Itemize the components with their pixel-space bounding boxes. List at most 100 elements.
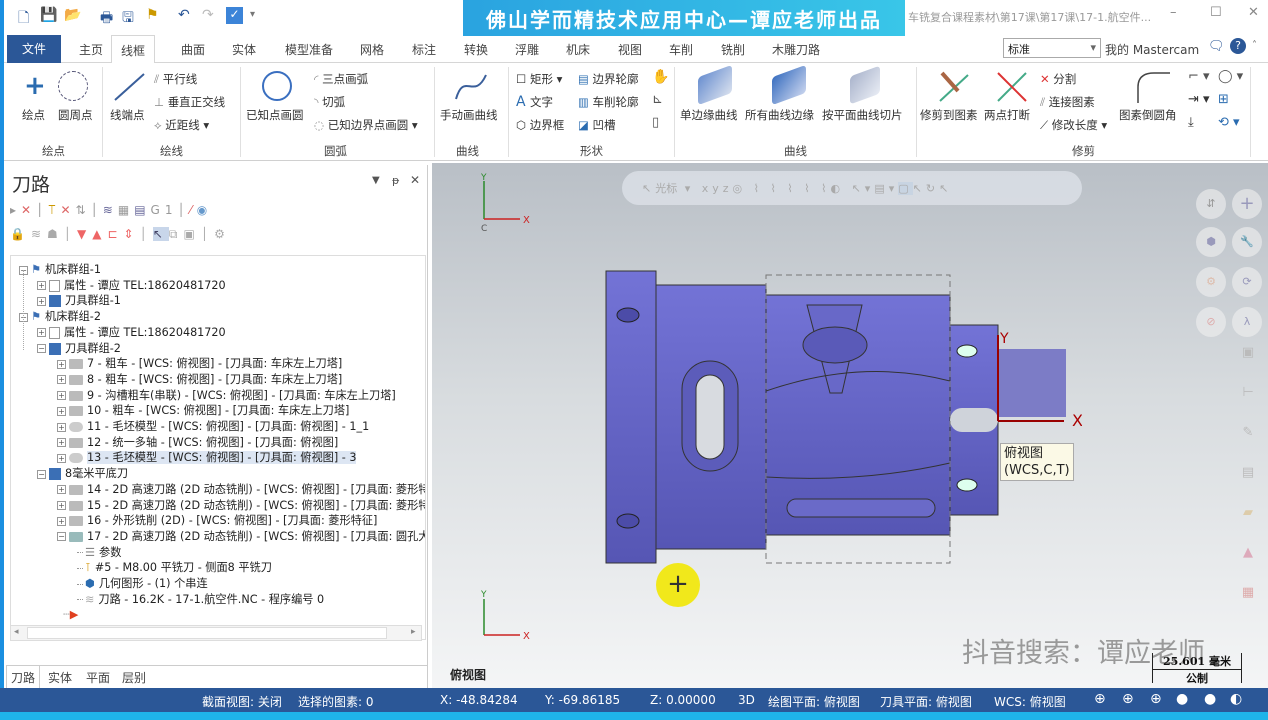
point-button[interactable]: 绘点 <box>22 107 45 123</box>
collapse-ribbon-icon[interactable]: ˄ <box>1252 40 1257 51</box>
groove-button[interactable]: ◪ 凹槽 <box>578 117 616 133</box>
collapse-icon[interactable]: − <box>57 532 66 542</box>
expand-icon[interactable]: + <box>57 375 66 385</box>
undo-icon[interactable]: ↶ <box>178 7 190 23</box>
my-mastercam-link[interactable]: 我的 Mastercam <box>1105 41 1199 58</box>
top-view-icon[interactable]: ⇵ <box>1196 189 1226 219</box>
mode-3d-toggle[interactable]: 3D <box>738 693 755 707</box>
z-coordinate[interactable]: Z: 0.00000 <box>650 693 716 707</box>
collapse-icon[interactable]: − <box>37 344 46 353</box>
expand-icon[interactable]: ⇕ <box>124 227 140 241</box>
translucent-icon[interactable]: ◐ <box>1230 691 1242 707</box>
tree-item[interactable]: ⬢ 几何图形 - (1) 个串连 <box>77 576 208 592</box>
panel-menu-icon[interactable]: ▼ <box>372 175 380 186</box>
redo-icon[interactable]: ↷ <box>202 7 214 23</box>
closest-line-button[interactable]: ⟡ 近距线 ▾ <box>154 117 209 133</box>
tab-router[interactable]: 木雕刀路 <box>772 41 820 58</box>
regenerate-icon[interactable]: ✕ <box>60 203 75 217</box>
tree-item[interactable]: +7 - 粗车 - [WCS: 俯视图] - [刀具面: 车床左上刀塔] <box>57 356 342 372</box>
tree-item[interactable]: +13 - 毛坯模型 - [WCS: 俯视图] - [刀具面: 俯视图] - 3 <box>57 450 357 466</box>
expand-icon[interactable]: + <box>57 422 66 432</box>
tab-model-prep[interactable]: 模型准备 <box>285 41 333 58</box>
shaded-icon[interactable]: ● <box>1176 691 1188 707</box>
tplane-status[interactable]: 刀具平面: 俯视图 <box>880 693 972 710</box>
expand-icon[interactable]: + <box>57 453 66 463</box>
drop-icon[interactable]: ⤓ <box>1188 115 1194 130</box>
expand-icon[interactable]: + <box>57 406 66 416</box>
tab-solids[interactable]: 实体 <box>232 41 256 58</box>
move-down-icon[interactable]: ▼ <box>77 227 92 241</box>
tab-relief[interactable]: 浮雕 <box>515 41 539 58</box>
expand-icon[interactable]: + <box>37 281 46 291</box>
tab-planes[interactable]: 平面 <box>86 669 110 686</box>
post-icon[interactable]: G1 <box>151 203 178 217</box>
tab-machine[interactable]: 机床 <box>566 41 590 58</box>
minimize-button[interactable]: – <box>1170 5 1177 20</box>
extend-icon[interactable]: ⇥ ▾ <box>1188 92 1210 107</box>
circle-edge-button[interactable]: ◌ 已知边界点画圆 ▾ <box>314 117 418 133</box>
expand-icon[interactable]: + <box>57 438 66 448</box>
box-plus-icon[interactable]: ⊞ <box>1218 92 1229 107</box>
section-view-status[interactable]: 截面视图: 关闭 <box>202 693 282 710</box>
cube-icon[interactable]: ⬢ <box>1196 227 1226 257</box>
tab-view[interactable]: 视图 <box>618 41 642 58</box>
expand-icon[interactable]: + <box>37 296 46 306</box>
hand-icon[interactable]: ✋ <box>652 69 669 85</box>
scroll-thumb[interactable] <box>27 627 387 639</box>
stair-icon[interactable]: ⊾ <box>652 92 663 107</box>
tab-transform[interactable]: 转换 <box>464 41 488 58</box>
tree-item[interactable]: ≋ 刀路 - 16.2K - 17-1.航空件.NC - 程序编号 0 <box>77 592 324 608</box>
tree-item[interactable]: +12 - 统一多轴 - [WCS: 俯视图] - [刀具面: 俯视图] <box>57 435 338 451</box>
arc-tangent-button[interactable]: ◝ 切弧 <box>314 94 345 110</box>
rectangle-button[interactable]: ☐ 矩形 ▾ <box>516 71 562 87</box>
trim-to-entities-button[interactable]: 修剪到图素 <box>920 107 978 123</box>
insert-icon[interactable]: ⊏ <box>107 227 123 241</box>
expand-icon[interactable]: + <box>57 359 66 369</box>
expand-icon[interactable]: + <box>57 501 66 510</box>
tree-item[interactable]: − ⚑ 机床群组-1 <box>19 262 101 278</box>
verify-icon[interactable]: ▦ <box>118 203 134 217</box>
help-icon[interactable]: ? <box>1230 38 1246 54</box>
arc-3point-button[interactable]: ◜ 三点画弧 <box>314 71 368 87</box>
boundary-profile-button[interactable]: ▤ 边界轮廓 <box>578 71 639 87</box>
tab-toolpaths[interactable]: 刀路 <box>6 666 41 690</box>
perpendicular-button[interactable]: ⊥ 垂直正交线 <box>154 94 225 110</box>
bounding-box-button[interactable]: ⬡ 边界框 <box>516 117 564 133</box>
wrench-icon[interactable]: 🔧 <box>1232 227 1262 257</box>
expand-icon[interactable]: + <box>37 328 46 338</box>
save-as-icon[interactable]: 🖫 <box>122 7 134 31</box>
scroll-right-icon[interactable]: ▸ <box>411 627 416 637</box>
feedback-icon[interactable]: 🗨 <box>1208 39 1225 54</box>
single-edge-curve-button[interactable]: 单边缘曲线 <box>680 107 738 123</box>
tab-annotate[interactable]: 标注 <box>412 41 436 58</box>
circle-points-button[interactable]: 圆周点 <box>58 107 93 123</box>
note-icon[interactable]: ▰ <box>1228 493 1268 533</box>
maximize-button[interactable]: ☐ <box>1210 5 1222 20</box>
style-combo[interactable]: 标准 ▾ <box>1003 38 1101 58</box>
tab-solids[interactable]: 实体 <box>48 669 72 686</box>
customize-dropdown-icon[interactable]: ▾ <box>250 9 255 20</box>
shape-icon[interactable]: ▲ <box>1228 533 1268 573</box>
all-edge-curves-button[interactable]: 所有曲线边缘 <box>745 107 814 123</box>
measure-icon[interactable]: ⊢ <box>1228 373 1268 413</box>
manual-spline-button[interactable]: 手动画曲线 <box>440 107 498 123</box>
tree-item[interactable]: +16 - 外形铣削 (2D) - [WCS: 俯视图] - [刀具面: 菱形特… <box>57 513 377 529</box>
help-icon[interactable]: ◉ <box>197 203 212 217</box>
graphics-viewport[interactable]: ↖光标 ▾ xyz◎ ⌇ ⌇ ⌇ ⌇ ⌇◐ ↖▾▤▾▢↖↻↖ Y X C Y X… <box>432 163 1268 688</box>
tree-item[interactable]: +10 - 粗车 - [WCS: 俯视图] - [刀具面: 车床左上刀塔] <box>57 403 349 419</box>
tab-file[interactable]: 文件 <box>7 35 61 63</box>
divide-button[interactable]: ✕ 分割 <box>1040 71 1076 87</box>
tab-milling[interactable]: 铣削 <box>721 41 745 58</box>
cplane-status[interactable]: 绘图平面: 俯视图 <box>768 693 860 710</box>
tree-item[interactable]: +9 - 沟槽粗车(串联) - [WCS: 俯视图] - [刀具面: 车床左上刀… <box>57 388 396 404</box>
material-icon[interactable]: ● <box>1204 691 1216 707</box>
circle-tool-icon[interactable]: ◯ ▾ <box>1218 69 1243 84</box>
tree-item[interactable]: +8 - 粗车 - [WCS: 俯视图] - [刀具面: 车床左上刀塔] <box>57 372 342 388</box>
line-endpoints-button[interactable]: 线端点 <box>110 107 145 123</box>
rotate-icon[interactable]: ↖↻↖ <box>913 182 953 195</box>
deselect-icon[interactable]: ✕ <box>21 203 36 217</box>
turn-profile-button[interactable]: ▥ 车削轮廓 <box>578 94 639 110</box>
tab-turning[interactable]: 车削 <box>669 41 693 58</box>
verify-select-icon[interactable]: ▢ <box>898 182 913 195</box>
ghost-icon[interactable]: ☗ <box>47 227 64 241</box>
